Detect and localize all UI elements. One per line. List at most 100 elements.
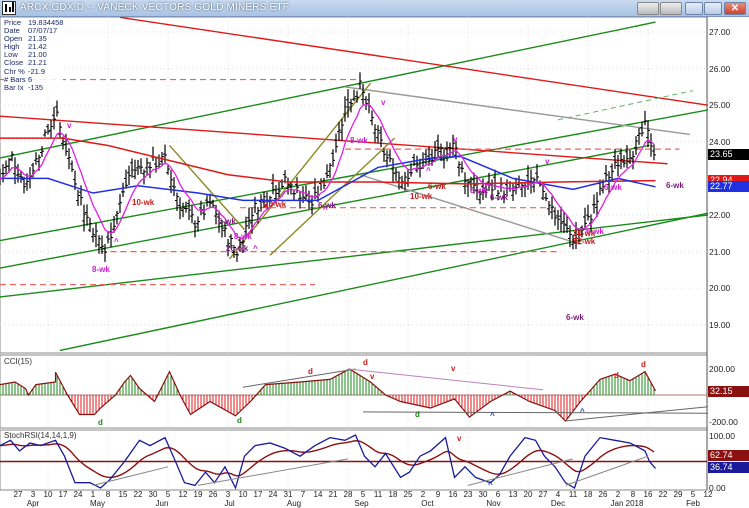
cycle-label: 6-wk <box>566 313 584 322</box>
stoch-fast-tag: 36.74 <box>708 462 749 473</box>
price-tick-label: 22.00 <box>709 210 731 220</box>
info-row: Bar Ix -135 <box>4 82 63 92</box>
cycle-label: 8-wk <box>350 136 368 145</box>
info-button[interactable] <box>660 2 682 15</box>
date-tick-label: 3 <box>225 490 231 499</box>
info-value: -135 <box>28 82 44 92</box>
window-title: ARCX:GDX.D -- VANECK VECTORS GOLD MINERS… <box>20 2 290 13</box>
date-tick-label: 26 <box>208 490 218 499</box>
date-tick-label: 12 <box>178 490 188 499</box>
cycle-label: 8-wk <box>92 265 110 274</box>
cci-tick-label: 200.00 <box>709 364 735 374</box>
date-tick-label: 17 <box>253 490 263 499</box>
date-tick-label: 18 <box>388 490 398 499</box>
date-tick-label: 17 <box>58 490 68 499</box>
date-tick-label: 2 <box>420 490 426 499</box>
cci-marker: ^ <box>580 407 585 416</box>
date-tick-label: 22 <box>658 490 668 499</box>
date-tick-label: 4 <box>555 490 561 499</box>
maximize-button[interactable] <box>704 2 722 15</box>
date-tick-label: 24 <box>73 490 83 499</box>
cycle-marker: ^ <box>426 166 431 175</box>
date-tick-label: 5 <box>690 490 696 499</box>
date-tick-label: 1 <box>90 490 96 499</box>
title-bar: ARCX:GDX.D -- VANECK VECTORS GOLD MINERS… <box>0 0 749 17</box>
date-tick-label: 22 <box>133 490 143 499</box>
cycle-label: 6-wk <box>218 217 236 226</box>
date-tick-label: 25 <box>403 490 413 499</box>
last-price-tag: 23.65 <box>708 149 749 160</box>
cycle-marker: v <box>545 157 550 166</box>
cycle-label: 6-wk <box>666 181 684 190</box>
date-tick-label: 16 <box>643 490 653 499</box>
cycle-label: 10-wk <box>410 192 433 201</box>
cci-marker: d <box>641 360 646 369</box>
ma-blue-tag: 22.77 <box>708 181 749 192</box>
price-tick-label: 27.00 <box>709 27 731 37</box>
price-tick-label: 21.00 <box>709 246 731 257</box>
symbol-button[interactable] <box>637 2 659 15</box>
date-tick-label: 27 <box>538 490 548 499</box>
stoch-tick-label: 100.00 <box>709 431 735 441</box>
price-tick-label: 20.00 <box>709 283 731 294</box>
cci-marker: d <box>98 418 103 427</box>
cycle-marker: v <box>453 135 458 144</box>
stoch-tick-label: 0.00 <box>709 483 726 493</box>
cycle-label: 8-wk <box>234 232 252 241</box>
cycle-marker: ^ <box>323 205 328 214</box>
info-key: Bar Ix <box>4 82 24 92</box>
date-tick-label: 28 <box>343 490 353 499</box>
cycle-label: 6-wk <box>604 183 622 192</box>
cycle-marker: ^ <box>253 244 258 253</box>
cci-marker: d <box>415 410 420 419</box>
cci-marker: d <box>614 371 619 380</box>
cci-marker: v <box>370 372 375 381</box>
chart-app-icon[interactable] <box>2 1 16 15</box>
date-tick-label: 27 <box>13 490 23 499</box>
cycle-marker: v <box>381 98 386 107</box>
stoch-marker: v <box>457 434 462 443</box>
cycle-label: 20-wk <box>264 200 287 209</box>
cci-tick-label: -200.00 <box>709 417 738 427</box>
date-tick-label: 24 <box>268 490 278 499</box>
stoch-pane <box>0 429 708 491</box>
date-tick-label: 29 <box>673 490 683 499</box>
cycle-marker: ^ <box>114 237 119 246</box>
cycle-label: 10-wk <box>132 198 155 207</box>
cci-marker: d <box>237 416 242 425</box>
price-pane <box>0 17 708 354</box>
date-tick-label: 30 <box>148 490 158 499</box>
cci-label: CCI(15) <box>4 357 33 366</box>
date-tick-label: 30 <box>478 490 488 499</box>
cycle-label: 52-wk <box>573 237 596 246</box>
cci-marker: d <box>308 367 313 376</box>
stoch-marker: ^ <box>488 480 493 489</box>
cci-last-tag: 32.15 <box>708 386 749 397</box>
date-tick-label: 15 <box>118 490 128 499</box>
cycle-label: 6-wk <box>490 193 508 202</box>
cycle-label: 6-wk <box>428 182 446 191</box>
date-tick-label: 18 <box>583 490 593 499</box>
chart-canvas[interactable] <box>0 17 749 504</box>
minimize-button[interactable] <box>685 2 703 15</box>
price-tick-label: 25.00 <box>709 100 731 111</box>
cycle-label: 8-wk <box>470 186 488 195</box>
date-tick-label: 9 <box>435 490 441 499</box>
bar-info-box: Price 19.834458 Date 07/07/17 Open 21.35 High 2… <box>4 18 64 92</box>
date-tick-label: 26 <box>598 490 608 499</box>
stoch-slow-tag: 62.74 <box>708 450 749 461</box>
close-button[interactable]: ✕ <box>724 2 746 15</box>
date-tick-label: 14 <box>313 490 323 499</box>
date-tick-label: 8 <box>630 490 636 499</box>
cycle-marker: v <box>67 121 72 130</box>
date-tick-label: 8 <box>105 490 111 499</box>
date-tick-label: 20 <box>523 490 533 499</box>
cycle-label: 26-wk <box>226 244 249 253</box>
cci-marker: ^ <box>490 411 495 420</box>
price-tick-label: 26.00 <box>709 63 731 74</box>
cycle-label: 6-wk <box>586 227 604 236</box>
date-tick-label: 16 <box>448 490 458 499</box>
date-tick-label: 3 <box>30 490 36 499</box>
date-tick-label: 5 <box>360 490 366 499</box>
date-tick-label: 2 <box>615 490 621 499</box>
